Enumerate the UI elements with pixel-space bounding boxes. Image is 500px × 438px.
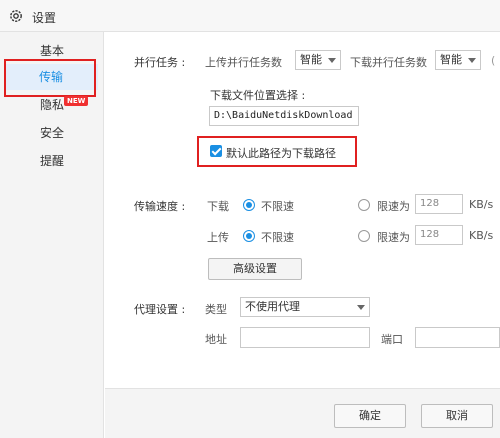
download-limit-input[interactable]: 128	[415, 194, 463, 214]
proxy-settings-label: 代理设置 :	[134, 303, 186, 316]
sidebar-item-reminder[interactable]: 提醒	[0, 148, 104, 174]
download-location-label: 下载文件位置选择 :	[210, 89, 306, 102]
proxy-address-input[interactable]	[240, 327, 370, 348]
sidebar-item-security[interactable]: 安全	[0, 120, 104, 146]
upload-speed-label: 上传	[207, 231, 229, 244]
proxy-address-label: 地址	[205, 333, 227, 346]
sidebar-item-label: 提醒	[40, 154, 65, 168]
parallel-tasks-label: 并行任务 :	[134, 56, 186, 69]
upload-unlimited-radio[interactable]	[243, 230, 255, 242]
upload-limit-radio[interactable]	[358, 230, 370, 242]
download-speed-label: 下载	[207, 200, 229, 213]
upload-limit-unit: KB/s	[469, 229, 494, 242]
download-limit-label: 限速为	[377, 200, 410, 213]
sidebar: 基本 传输 隐私 NEW 安全 提醒	[0, 32, 104, 438]
download-unlimited-radio[interactable]	[243, 199, 255, 211]
default-path-checkbox-label: 默认此路径为下载路径	[226, 147, 336, 160]
default-path-checkbox[interactable]	[210, 145, 222, 157]
sidebar-item-label: 安全	[40, 126, 65, 140]
proxy-type-select[interactable]: 不使用代理	[240, 297, 370, 317]
cancel-button[interactable]: 取消	[421, 404, 493, 428]
download-unlimited-label: 不限速	[261, 200, 294, 213]
sidebar-item-privacy[interactable]: 隐私	[0, 92, 104, 118]
transfer-settings-panel: 并行任务 : 上传并行任务数 智能 下载并行任务数 智能 ( 下载文件位置选择 …	[105, 32, 500, 438]
download-limit-unit: KB/s	[469, 198, 494, 211]
upload-unlimited-label: 不限速	[261, 231, 294, 244]
advanced-settings-button[interactable]: 高级设置	[208, 258, 302, 280]
proxy-port-label: 端口	[381, 333, 403, 346]
upload-limit-input[interactable]: 128	[415, 225, 463, 245]
upload-parallel-select[interactable]: 智能	[295, 50, 341, 70]
gear-icon	[10, 10, 22, 22]
chevron-down-icon	[328, 58, 336, 63]
upload-limit-label: 限速为	[377, 231, 410, 244]
download-parallel-select[interactable]: 智能	[435, 50, 481, 70]
overflow-glyph: (	[491, 54, 496, 67]
upload-parallel-label: 上传并行任务数	[205, 56, 282, 69]
download-limit-radio[interactable]	[358, 199, 370, 211]
sidebar-item-label: 隐私	[40, 98, 65, 112]
sidebar-item-label: 基本	[40, 44, 65, 58]
dialog-footer: 确定 取消	[105, 388, 500, 438]
chevron-down-icon	[468, 58, 476, 63]
window-title: 设置	[32, 11, 57, 25]
proxy-type-label: 类型	[205, 303, 227, 316]
chevron-down-icon	[357, 305, 365, 310]
proxy-port-input[interactable]	[415, 327, 500, 348]
ok-button[interactable]: 确定	[334, 404, 406, 428]
download-path-input[interactable]: D:\BaiduNetdiskDownload	[209, 106, 359, 126]
title-bar: 设置	[0, 0, 500, 32]
new-badge: NEW	[64, 96, 89, 106]
download-parallel-label: 下载并行任务数	[350, 56, 427, 69]
transfer-speed-label: 传输速度 :	[134, 200, 186, 213]
